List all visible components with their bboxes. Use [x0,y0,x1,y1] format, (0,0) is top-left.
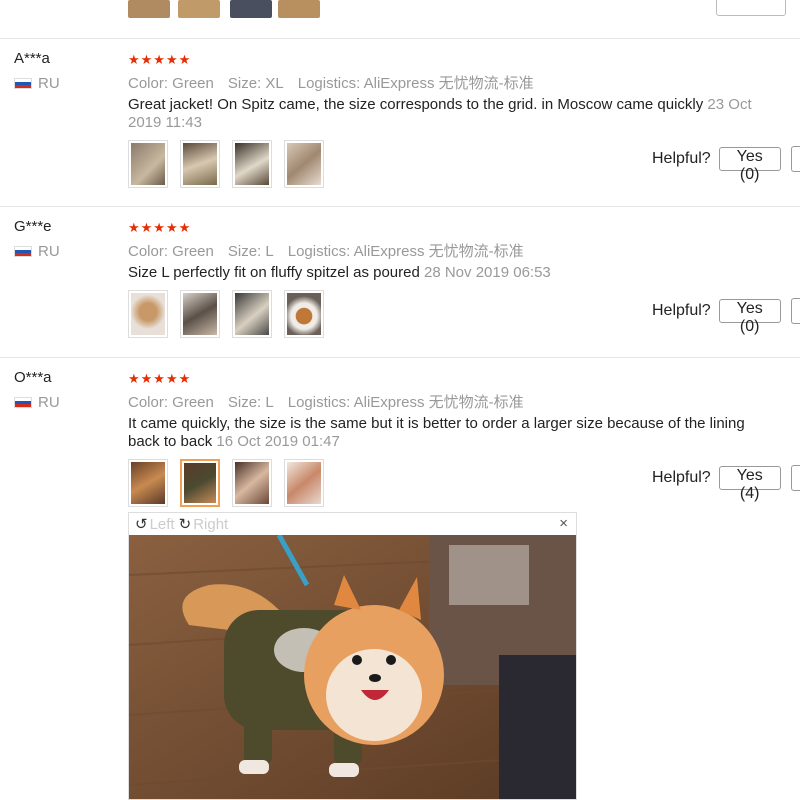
review-attributes: Color: Green Size: XL Logistics: AliExpres… [128,72,548,93]
helpful-no-button[interactable] [790,465,800,491]
close-icon[interactable]: × [559,515,568,532]
country-code: RU [38,243,60,260]
photo-viewer: ↺ Left ↻ Right × [128,512,577,800]
rotate-left-label: Left [149,515,175,533]
review-item: A***a RU ★★★★★ Color: Green Size: XL Logis… [0,38,800,207]
review-photo-thumb[interactable] [180,140,220,188]
rotate-right-icon: ↻ [178,516,192,533]
review-photo-thumb[interactable] [128,0,170,18]
rotate-right-button[interactable]: ↻ Right [178,515,229,534]
review-photos [128,290,324,338]
reviewer-name: G***e [14,218,52,235]
review-photo-thumb[interactable] [128,140,168,188]
attr-size: Size: L [227,394,274,411]
helpful-yes-button[interactable]: Yes (0) [718,147,781,183]
country-code: RU [38,394,60,411]
helpful-no-button[interactable] [790,146,800,172]
review-attributes: Color: Green Size: L Logistics: AliExpress… [128,240,538,261]
helpful-section: Helpful? Yes (4) [652,465,800,502]
country-code: RU [38,75,60,92]
attr-size: Size: L [227,243,274,260]
russia-flag-icon [14,397,32,408]
russia-flag-icon [14,246,32,257]
review-photos [128,459,324,507]
review-body: Size L perfectly fit on fluffy spitzel a… [128,264,420,281]
reviewer-country: RU [14,243,60,260]
helpful-label: Helpful? [652,302,711,319]
review-photos [128,140,324,188]
review-text: Size L perfectly fit on fluffy spitzel a… [128,264,778,282]
reviewer-country: RU [14,75,60,92]
review-photo-thumb[interactable] [232,290,272,338]
russia-flag-icon [14,78,32,89]
helpful-section: Helpful? Yes (0) [652,146,800,183]
helpful-no-button[interactable] [790,298,800,324]
helpful-label: Helpful? [652,469,711,486]
reviewer-country: RU [14,394,60,411]
previous-review-fragment [0,0,800,39]
review-photo-thumb[interactable] [232,459,272,507]
review-photo-thumb[interactable] [284,140,324,188]
review-text: Great jacket! On Spitz came, the size co… [128,96,778,132]
helpful-yes-button[interactable]: Yes (4) [718,466,781,502]
review-photo-thumb[interactable] [178,0,220,18]
helpful-yes-button[interactable]: Yes (0) [718,299,781,335]
dog-photo-illustration [129,535,576,799]
review-text: It came quickly, the size is the same bu… [128,415,778,451]
photo-viewer-toolbar: ↺ Left ↻ Right [129,513,576,535]
star-rating: ★★★★★ [128,371,192,386]
review-date: 16 Oct 2019 01:47 [216,433,340,450]
rotate-right-label: Right [193,515,229,533]
review-photo-large [129,535,576,799]
attr-color: Color: Green [128,243,214,260]
attr-color: Color: Green [128,75,214,92]
attr-size: Size: XL [227,75,284,92]
review-photo-thumb[interactable] [180,290,220,338]
review-attributes: Color: Green Size: L Logistics: AliExpress… [128,391,538,412]
review-date: 28 Nov 2019 06:53 [424,264,551,281]
attr-logistics: Logistics: AliExpress 无忧物流-标准 [287,394,524,411]
star-rating: ★★★★★ [128,220,192,235]
reviewer-name: O***a [14,369,52,386]
review-photo-thumb-selected[interactable] [180,459,220,507]
star-rating: ★★★★★ [128,52,192,67]
review-photo-thumb[interactable] [232,140,272,188]
attr-color: Color: Green [128,394,214,411]
review-photo-thumb[interactable] [284,290,324,338]
helpful-yes-button[interactable] [716,0,786,16]
attr-logistics: Logistics: AliExpress 无忧物流-标准 [297,75,534,92]
helpful-label: Helpful? [652,150,711,167]
review-photo-thumb[interactable] [230,0,272,18]
review-photo-thumb[interactable] [284,459,324,507]
rotate-left-icon: ↺ [135,516,148,533]
review-photo-thumb[interactable] [128,459,168,507]
review-item: G***e RU ★★★★★ Color: Green Size: L Logist… [0,206,800,358]
review-photo-thumb[interactable] [278,0,320,18]
reviewer-name: A***a [14,50,50,67]
review-body: Great jacket! On Spitz came, the size co… [128,96,704,113]
attr-logistics: Logistics: AliExpress 无忧物流-标准 [287,243,524,260]
review-photo-thumb[interactable] [128,290,168,338]
helpful-section: Helpful? Yes (0) [652,298,800,335]
rotate-left-button[interactable]: ↺ Left [135,515,175,534]
